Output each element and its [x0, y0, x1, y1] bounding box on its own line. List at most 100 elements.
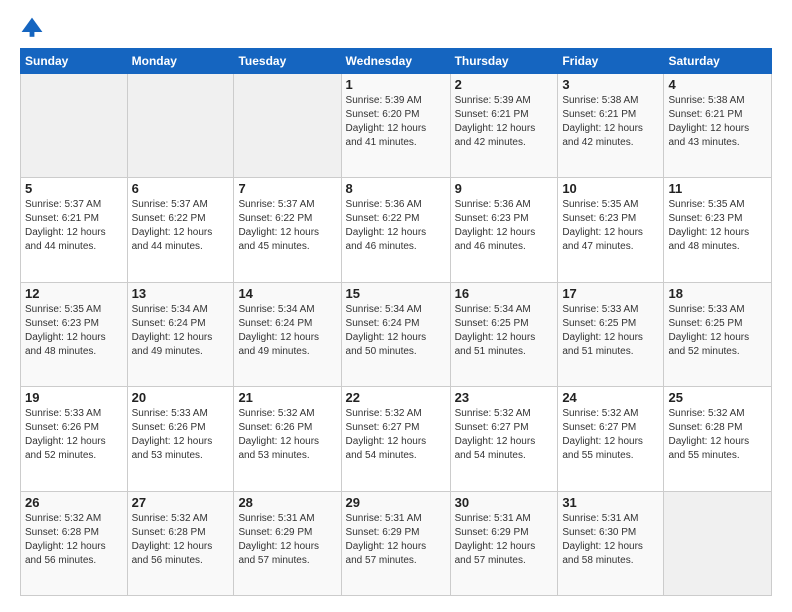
day-number: 25 — [668, 390, 767, 405]
day-info: Sunrise: 5:32 AMSunset: 6:28 PMDaylight:… — [25, 512, 123, 568]
day-info: Sunrise: 5:39 AMSunset: 6:21 PMDaylight:… — [455, 94, 554, 150]
day-number: 29 — [346, 495, 446, 510]
day-info: Sunrise: 5:36 AMSunset: 6:22 PMDaylight:… — [346, 198, 446, 254]
day-number: 27 — [132, 495, 230, 510]
day-number: 11 — [668, 181, 767, 196]
day-number: 24 — [562, 390, 659, 405]
calendar-cell: 4 Sunrise: 5:38 AMSunset: 6:21 PMDaylight… — [664, 74, 772, 178]
calendar-cell — [664, 491, 772, 595]
calendar-cell: 30 Sunrise: 5:31 AMSunset: 6:29 PMDayligh… — [450, 491, 558, 595]
day-info: Sunrise: 5:35 AMSunset: 6:23 PMDaylight:… — [562, 198, 659, 254]
day-number: 30 — [455, 495, 554, 510]
day-info: Sunrise: 5:32 AMSunset: 6:27 PMDaylight:… — [455, 407, 554, 463]
calendar-cell: 12 Sunrise: 5:35 AMSunset: 6:23 PMDayligh… — [21, 282, 128, 386]
weekday-header: Friday — [558, 49, 664, 74]
day-info: Sunrise: 5:31 AMSunset: 6:30 PMDaylight:… — [562, 512, 659, 568]
day-number: 9 — [455, 181, 554, 196]
day-info: Sunrise: 5:32 AMSunset: 6:28 PMDaylight:… — [668, 407, 767, 463]
calendar-cell: 5Sunrise: 5:37 AMSunset: 6:21 PMDaylight… — [21, 178, 128, 282]
calendar-cell: 26 Sunrise: 5:32 AMSunset: 6:28 PMDayligh… — [21, 491, 128, 595]
weekday-header: Sunday — [21, 49, 128, 74]
day-info: Sunrise: 5:33 AMSunset: 6:26 PMDaylight:… — [132, 407, 230, 463]
day-number: 26 — [25, 495, 123, 510]
calendar-week-row: 19 Sunrise: 5:33 AMSunset: 6:26 PMDayligh… — [21, 387, 772, 491]
day-number: 22 — [346, 390, 446, 405]
calendar-cell: 15 Sunrise: 5:34 AMSunset: 6:24 PMDayligh… — [341, 282, 450, 386]
weekday-header-row: SundayMondayTuesdayWednesdayThursdayFrid… — [21, 49, 772, 74]
calendar-cell: 14 Sunrise: 5:34 AMSunset: 6:24 PMDayligh… — [234, 282, 341, 386]
day-number: 19 — [25, 390, 123, 405]
day-number: 1 — [346, 77, 446, 92]
day-number: 28 — [238, 495, 336, 510]
calendar-cell: 29Sunrise: 5:31 AMSunset: 6:29 PMDayligh… — [341, 491, 450, 595]
calendar-cell: 28 Sunrise: 5:31 AMSunset: 6:29 PMDayligh… — [234, 491, 341, 595]
day-info: Sunrise: 5:32 AMSunset: 6:28 PMDaylight:… — [132, 512, 230, 568]
day-number: 6 — [132, 181, 230, 196]
day-number: 20 — [132, 390, 230, 405]
day-number: 2 — [455, 77, 554, 92]
day-number: 10 — [562, 181, 659, 196]
calendar-cell: 18 Sunrise: 5:33 AMSunset: 6:25 PMDayligh… — [664, 282, 772, 386]
day-info: Sunrise: 5:39 AMSunset: 6:20 PMDaylight:… — [346, 94, 446, 150]
day-info: Sunrise: 5:34 AMSunset: 6:24 PMDaylight:… — [346, 303, 446, 359]
calendar-cell — [21, 74, 128, 178]
calendar-cell: 22 Sunrise: 5:32 AMSunset: 6:27 PMDayligh… — [341, 387, 450, 491]
day-info: Sunrise: 5:38 AMSunset: 6:21 PMDaylight:… — [668, 94, 767, 150]
day-info: Sunrise: 5:37 AMSunset: 6:21 PMDaylight:… — [25, 198, 123, 254]
calendar-cell: 2 Sunrise: 5:39 AMSunset: 6:21 PMDaylight… — [450, 74, 558, 178]
day-info: Sunrise: 5:33 AMSunset: 6:25 PMDaylight:… — [562, 303, 659, 359]
calendar-page: SundayMondayTuesdayWednesdayThursdayFrid… — [0, 0, 792, 612]
day-number: 13 — [132, 286, 230, 301]
day-number: 15 — [346, 286, 446, 301]
weekday-header: Saturday — [664, 49, 772, 74]
day-number: 8 — [346, 181, 446, 196]
calendar-cell: 8 Sunrise: 5:36 AMSunset: 6:22 PMDaylight… — [341, 178, 450, 282]
day-info: Sunrise: 5:32 AMSunset: 6:26 PMDaylight:… — [238, 407, 336, 463]
calendar-week-row: 5Sunrise: 5:37 AMSunset: 6:21 PMDaylight… — [21, 178, 772, 282]
calendar-cell: 31 Sunrise: 5:31 AMSunset: 6:30 PMDayligh… — [558, 491, 664, 595]
day-info: Sunrise: 5:34 AMSunset: 6:24 PMDaylight:… — [132, 303, 230, 359]
day-info: Sunrise: 5:37 AMSunset: 6:22 PMDaylight:… — [238, 198, 336, 254]
day-info: Sunrise: 5:34 AMSunset: 6:24 PMDaylight:… — [238, 303, 336, 359]
logo-icon — [20, 16, 44, 40]
weekday-header: Wednesday — [341, 49, 450, 74]
day-info: Sunrise: 5:35 AMSunset: 6:23 PMDaylight:… — [668, 198, 767, 254]
day-number: 18 — [668, 286, 767, 301]
calendar-week-row: 12 Sunrise: 5:35 AMSunset: 6:23 PMDayligh… — [21, 282, 772, 386]
day-info: Sunrise: 5:34 AMSunset: 6:25 PMDaylight:… — [455, 303, 554, 359]
calendar-cell: 19 Sunrise: 5:33 AMSunset: 6:26 PMDayligh… — [21, 387, 128, 491]
calendar-cell: 9 Sunrise: 5:36 AMSunset: 6:23 PMDaylight… — [450, 178, 558, 282]
calendar-cell: 17 Sunrise: 5:33 AMSunset: 6:25 PMDayligh… — [558, 282, 664, 386]
calendar-cell: 6 Sunrise: 5:37 AMSunset: 6:22 PMDaylight… — [127, 178, 234, 282]
day-info: Sunrise: 5:33 AMSunset: 6:25 PMDaylight:… — [668, 303, 767, 359]
calendar-cell: 23 Sunrise: 5:32 AMSunset: 6:27 PMDayligh… — [450, 387, 558, 491]
day-info: Sunrise: 5:37 AMSunset: 6:22 PMDaylight:… — [132, 198, 230, 254]
weekday-header: Monday — [127, 49, 234, 74]
day-number: 23 — [455, 390, 554, 405]
day-number: 31 — [562, 495, 659, 510]
day-info: Sunrise: 5:32 AMSunset: 6:27 PMDaylight:… — [562, 407, 659, 463]
day-info: Sunrise: 5:31 AMSunset: 6:29 PMDaylight:… — [455, 512, 554, 568]
calendar-cell: 1 Sunrise: 5:39 AMSunset: 6:20 PMDaylight… — [341, 74, 450, 178]
day-info: Sunrise: 5:33 AMSunset: 6:26 PMDaylight:… — [25, 407, 123, 463]
day-number: 12 — [25, 286, 123, 301]
day-info: Sunrise: 5:32 AMSunset: 6:27 PMDaylight:… — [346, 407, 446, 463]
calendar-cell: 7 Sunrise: 5:37 AMSunset: 6:22 PMDaylight… — [234, 178, 341, 282]
calendar-week-row: 26 Sunrise: 5:32 AMSunset: 6:28 PMDayligh… — [21, 491, 772, 595]
calendar-cell: 16Sunrise: 5:34 AMSunset: 6:25 PMDayligh… — [450, 282, 558, 386]
day-info: Sunrise: 5:31 AMSunset: 6:29 PMDaylight:… — [238, 512, 336, 568]
day-number: 4 — [668, 77, 767, 92]
day-info: Sunrise: 5:38 AMSunset: 6:21 PMDaylight:… — [562, 94, 659, 150]
calendar-cell: 21Sunrise: 5:32 AMSunset: 6:26 PMDayligh… — [234, 387, 341, 491]
logo — [20, 16, 48, 40]
day-info: Sunrise: 5:36 AMSunset: 6:23 PMDaylight:… — [455, 198, 554, 254]
day-number: 17 — [562, 286, 659, 301]
calendar-cell — [234, 74, 341, 178]
day-number: 14 — [238, 286, 336, 301]
calendar-cell: 13 Sunrise: 5:34 AMSunset: 6:24 PMDayligh… — [127, 282, 234, 386]
day-number: 7 — [238, 181, 336, 196]
calendar-cell: 20 Sunrise: 5:33 AMSunset: 6:26 PMDayligh… — [127, 387, 234, 491]
day-info: Sunrise: 5:35 AMSunset: 6:23 PMDaylight:… — [25, 303, 123, 359]
calendar-cell — [127, 74, 234, 178]
calendar-cell: 24 Sunrise: 5:32 AMSunset: 6:27 PMDayligh… — [558, 387, 664, 491]
